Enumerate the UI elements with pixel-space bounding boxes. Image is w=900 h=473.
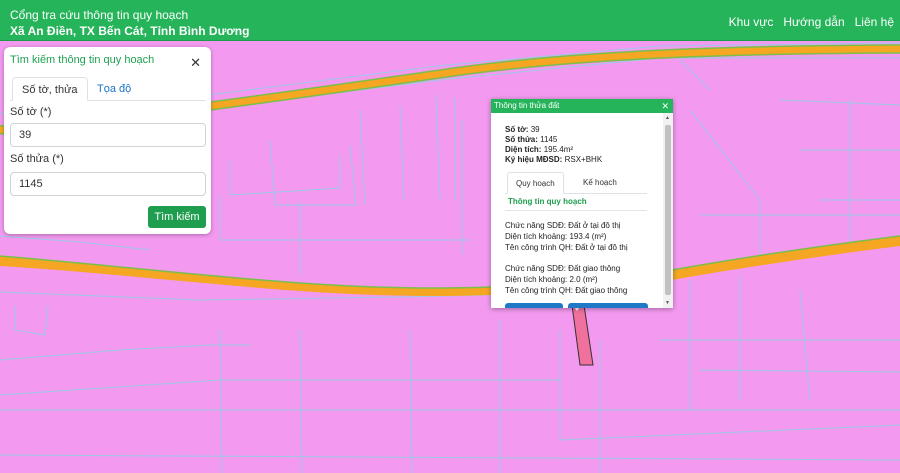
- popup-tabs: Quy hoạch Kế hoạch: [505, 172, 647, 194]
- search-button[interactable]: Tìm kiếm: [148, 206, 206, 228]
- scroll-down-icon[interactable]: ▼: [665, 300, 670, 306]
- entry-1-function: Chức năng SDĐ: Đất ở tại đô thị: [505, 221, 621, 230]
- popup-sheet: Số tờ: 39: [505, 125, 540, 134]
- top-nav: Khu vực Hướng dẫn Liên hệ: [729, 15, 894, 29]
- sheet-input[interactable]: 39: [10, 123, 206, 147]
- popup-title: Thông tin thửa đất: [494, 101, 560, 110]
- search-tabs: Số tờ, thửa Tọa độ: [10, 77, 206, 101]
- popup-body: Số tờ: 39 Số thửa: 1145 Diện tích: 195.4…: [491, 113, 663, 308]
- close-icon[interactable]: ✕: [190, 55, 201, 71]
- scroll-up-icon[interactable]: ▲: [665, 115, 670, 121]
- popup-area: Diện tích: 195.4m²: [505, 145, 574, 154]
- nav-huong-dan[interactable]: Hướng dẫn: [783, 15, 844, 29]
- search-panel: Tìm kiếm thông tin quy hoạch ✕ Số tờ, th…: [4, 47, 211, 234]
- entry-2-function: Chức năng SDĐ: Đất giao thông: [505, 264, 621, 273]
- entry-2-area: Diện tích khoảng: 2.0 (m²): [505, 275, 598, 284]
- tab-coordinates[interactable]: Tọa độ: [88, 77, 140, 101]
- search-panel-title: Tìm kiếm thông tin quy hoạch: [10, 54, 155, 66]
- entry-1-area: Diện tích khoảng: 193.4 (m²): [505, 232, 607, 241]
- location-subtitle: Xã An Điền, TX Bến Cát, Tỉnh Bình Dương: [10, 24, 250, 38]
- tab-quy-hoach[interactable]: Quy hoạch: [507, 172, 564, 194]
- nav-lien-he[interactable]: Liên hệ: [855, 15, 894, 29]
- parcel-input[interactable]: 1145: [10, 172, 206, 196]
- popup-land-code: Ký hiệu MĐSD: RSX+BHK: [505, 155, 603, 164]
- popup-header: Thông tin thửa đất ✕: [491, 99, 673, 113]
- popup-parcel: Số thửa: 1145: [505, 135, 558, 144]
- tab-sheet-parcel[interactable]: Số tờ, thửa: [12, 77, 88, 101]
- nav-khu-vuc[interactable]: Khu vực: [729, 15, 774, 29]
- scroll-thumb[interactable]: [665, 125, 671, 295]
- close-icon[interactable]: ✕: [661, 99, 669, 113]
- divider: [505, 210, 647, 211]
- app-title: Cổng tra cứu thông tin quy hoạch: [10, 8, 189, 22]
- popup-scrollbar[interactable]: ▲ ▼: [663, 113, 673, 308]
- sheet-label: Số tờ (*): [10, 106, 52, 118]
- popup-section-title: Thông tin quy hoạch: [508, 197, 587, 206]
- popup-action-button-2[interactable]: [568, 303, 648, 308]
- app-header: Cổng tra cứu thông tin quy hoạch Xã An Đ…: [0, 0, 900, 41]
- parcel-label: Số thửa (*): [10, 153, 64, 165]
- tab-ke-hoach[interactable]: Kế hoạch: [575, 172, 625, 194]
- popup-action-button-1[interactable]: [505, 303, 563, 308]
- parcel-info-popup: Thông tin thửa đất ✕ Số tờ: 39 Số thửa: …: [491, 99, 673, 308]
- entry-2-name: Tên công trình QH: Đất giao thông: [505, 286, 628, 295]
- entry-1-name: Tên công trình QH: Đất ở tại đô thị: [505, 243, 628, 252]
